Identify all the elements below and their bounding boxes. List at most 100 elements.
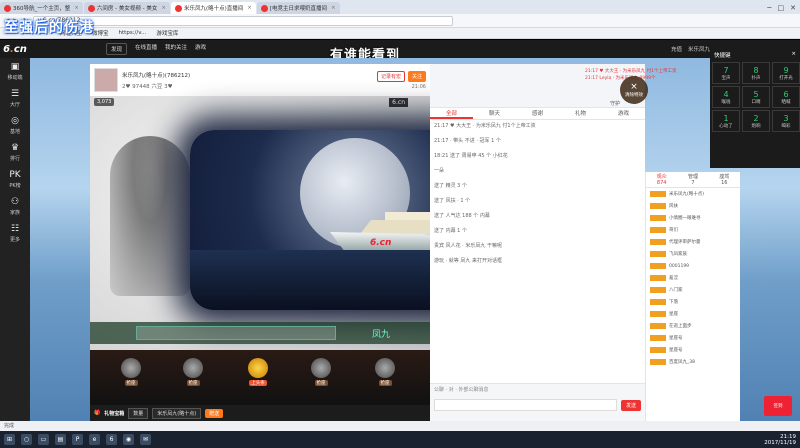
- list-item[interactable]: 星座号: [646, 332, 740, 344]
- nav-discover[interactable]: 发现: [106, 43, 128, 55]
- photoshop-icon[interactable]: P: [72, 434, 83, 445]
- shortcut-key[interactable]: 2 炮响: [742, 110, 770, 132]
- follow-button[interactable]: 关注: [407, 70, 426, 82]
- clear-effects-button[interactable]: × 清除特效: [620, 76, 648, 104]
- anchor-avatar[interactable]: [94, 68, 118, 92]
- recharge-link[interactable]: 充值: [671, 45, 682, 53]
- anchor-name[interactable]: 米乐凤九(略十点): [122, 73, 165, 79]
- system-clock[interactable]: 21:19 2017/11/19: [764, 434, 796, 446]
- list-item[interactable]: 八门家: [646, 284, 740, 296]
- tab-admins[interactable]: 管理 7: [677, 172, 708, 187]
- browser-icon[interactable]: e: [89, 434, 100, 445]
- site-logo[interactable]: 6. cn: [0, 40, 30, 58]
- close-icon[interactable]: ×: [161, 5, 166, 11]
- chat-message: 18:21 送了 周易申 45 个 小红花: [434, 153, 508, 159]
- chat-tab-all[interactable]: 全部: [430, 108, 473, 119]
- crown-icon: [248, 358, 268, 378]
- chat-tab-game[interactable]: 游戏: [602, 108, 645, 119]
- list-item[interactable]: 下落: [646, 296, 740, 308]
- list-item[interactable]: 0001199: [646, 260, 740, 272]
- close-icon[interactable]: ×: [331, 5, 336, 11]
- shortcut-key[interactable]: 8 扑声: [742, 62, 770, 84]
- url-input[interactable]: v.6.cn/786212: [32, 15, 453, 26]
- browser-tab-2[interactable]: 六间房 - 美女视频 - 美女 ×: [83, 2, 170, 14]
- chat-tab-thanks[interactable]: 感谢: [516, 108, 559, 119]
- family-icon: ⚇: [10, 197, 20, 207]
- sidebar-item-base[interactable]: ◎ 基地: [0, 112, 30, 139]
- list-item[interactable]: 哥们: [646, 224, 740, 236]
- bookmark-item[interactable]: 微博宝: [92, 29, 109, 37]
- nav-game[interactable]: 游戏: [195, 43, 206, 55]
- chat-input[interactable]: [434, 399, 617, 411]
- gift-quantity-select[interactable]: 数量: [128, 407, 149, 419]
- level-badge: [650, 239, 666, 245]
- gift-bar: 🎁 礼物宝箱 数量 米乐凤九(略十点) 赠送: [90, 405, 430, 421]
- chat-tab-chat[interactable]: 聊天: [473, 108, 516, 119]
- list-item[interactable]: 小情圈一眼难寻: [646, 212, 740, 224]
- list-item[interactable]: 在逝上面步: [646, 320, 740, 332]
- shortcut-key[interactable]: 5 口哨: [742, 86, 770, 108]
- nav-follow[interactable]: 我的关注: [165, 43, 187, 55]
- chat-app-icon[interactable]: ✉: [140, 434, 151, 445]
- bookmarks-bar: 网址大全 微博宝 https://v... 游戏宝库: [0, 28, 800, 39]
- sidebar-item-more[interactable]: ☷ 更多: [0, 220, 30, 247]
- search-icon[interactable]: ○: [21, 434, 32, 445]
- shortcut-key[interactable]: 7 宝声: [712, 62, 740, 84]
- bookmark-item[interactable]: https://v...: [119, 30, 147, 36]
- seat-slot[interactable]: 抢座: [116, 358, 146, 396]
- tab-viewers[interactable]: 观众 874: [646, 172, 677, 187]
- tab-cars[interactable]: 座驾 16: [709, 172, 740, 187]
- sidebar-item-hall[interactable]: ☰ 大厅: [0, 85, 30, 112]
- list-item[interactable]: 代理评审萨尔曼: [646, 236, 740, 248]
- user-name-link[interactable]: 米乐凤九: [688, 45, 710, 53]
- taskview-icon[interactable]: ▭: [38, 434, 49, 445]
- record-button[interactable]: 记录有宏: [376, 70, 405, 82]
- shortcut-key[interactable]: 3 喝彩: [772, 110, 800, 132]
- maximize-icon[interactable]: □: [778, 4, 785, 12]
- list-item[interactable]: 风扶: [646, 200, 740, 212]
- minimize-icon[interactable]: ─: [767, 4, 771, 12]
- shortcut-key[interactable]: 6 晒喊: [772, 86, 800, 108]
- explorer-icon[interactable]: ▤: [55, 434, 66, 445]
- seat-slot[interactable]: 抢座: [370, 358, 400, 396]
- list-item[interactable]: 羞涩: [646, 272, 740, 284]
- chat-message: 送了 风扶 · 1 个: [434, 198, 471, 204]
- gift-send-button[interactable]: 赠送: [205, 408, 224, 418]
- close-window-icon[interactable]: ✕: [790, 4, 796, 12]
- chrome-icon[interactable]: ◉: [123, 434, 134, 445]
- gift-box-label[interactable]: 礼物宝箱: [104, 410, 124, 417]
- chat-send-button[interactable]: 发送: [620, 399, 641, 411]
- sidebar-item-rank[interactable]: ♛ 排行: [0, 139, 30, 166]
- chat-message: 一朵: [434, 168, 445, 174]
- list-item[interactable]: 百度凤九_38: [646, 356, 740, 368]
- bookmark-item[interactable]: 游戏宝库: [156, 29, 178, 37]
- guard-tab[interactable]: 守护: [610, 100, 620, 107]
- lobby-input[interactable]: [136, 326, 336, 340]
- shortcut-key[interactable]: 1 心动了: [712, 110, 740, 132]
- list-item[interactable]: 飞凤家族: [646, 248, 740, 260]
- sidebar-item-family[interactable]: ⚇ 家族: [0, 193, 30, 220]
- close-icon[interactable]: ×: [247, 5, 252, 11]
- browser-tab-4[interactable]: [电竞主日求喂奶直播间 ×: [256, 2, 340, 14]
- nav-live[interactable]: 在线直播: [135, 43, 157, 55]
- shortcut-key[interactable]: 9 打开光: [772, 62, 800, 84]
- list-item[interactable]: 米乐凤九(略十点): [646, 188, 740, 200]
- sidebar-item-pk[interactable]: PK PK榜: [0, 166, 30, 193]
- close-icon[interactable]: ×: [791, 51, 796, 57]
- start-icon[interactable]: ⊞: [4, 434, 15, 445]
- sign-in-badge[interactable]: 签到: [764, 396, 792, 416]
- browser-tab-3[interactable]: 米乐凤九(略十点)直播间 ×: [170, 2, 256, 14]
- list-item[interactable]: 星座: [646, 308, 740, 320]
- browser-tab-1[interactable]: 360导航_一个主页，整 ×: [0, 2, 83, 14]
- sixroom-icon[interactable]: 6: [106, 434, 117, 445]
- sidebar-item-mobile[interactable]: ▣ 移动端: [0, 58, 30, 85]
- gift-target-select[interactable]: 米乐凤九(略十点): [152, 407, 202, 419]
- seat-slot[interactable]: 抢座: [178, 358, 208, 396]
- headline-slot[interactable]: 上头条: [243, 358, 273, 396]
- seat-slot[interactable]: 抢座: [306, 358, 336, 396]
- chat-tab-gift[interactable]: 礼物: [559, 108, 602, 119]
- list-item[interactable]: 星座号: [646, 344, 740, 356]
- notice-line: 21:17 Leyla · 为米乐凤九 9999个: [585, 76, 656, 81]
- close-icon[interactable]: ×: [74, 5, 79, 11]
- shortcut-key[interactable]: 4 喉咙: [712, 86, 740, 108]
